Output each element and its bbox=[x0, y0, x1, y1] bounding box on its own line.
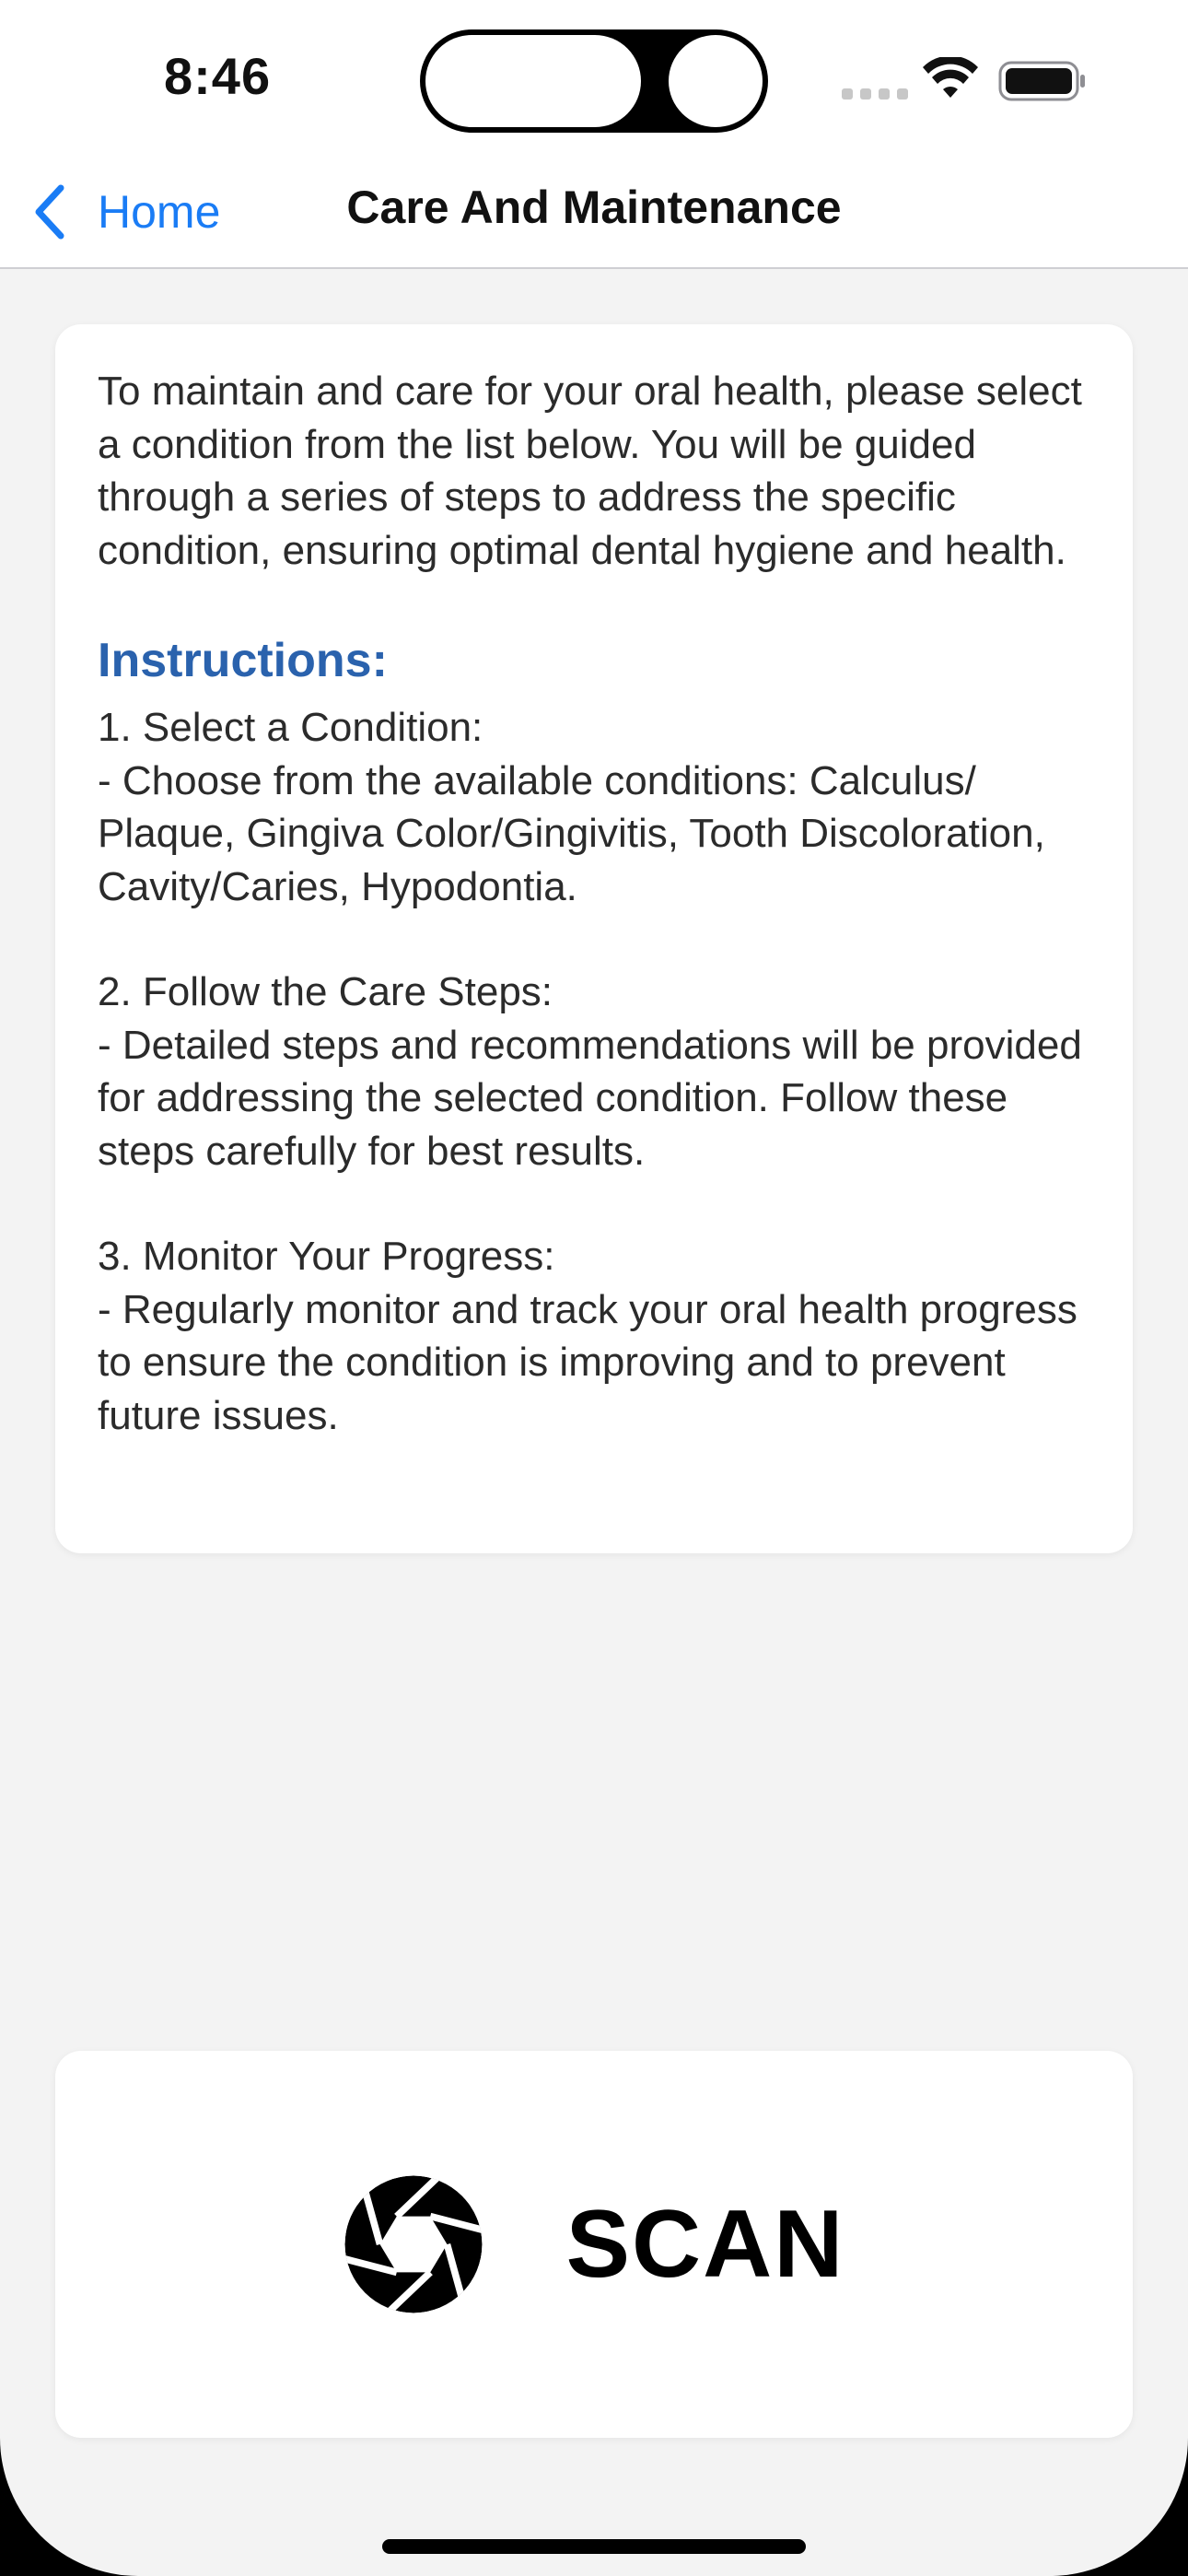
step-title: 2. Follow the Care Steps: bbox=[98, 969, 553, 1014]
instruction-step: 1. Select a Condition: - Choose from the… bbox=[98, 701, 1090, 913]
back-button-label: Home bbox=[98, 186, 221, 238]
instructions-heading: Instructions: bbox=[98, 634, 388, 687]
dynamic-island bbox=[420, 29, 768, 133]
scan-button[interactable]: SCAN bbox=[55, 2051, 1133, 2438]
step-title: 3. Monitor Your Progress: bbox=[98, 1234, 555, 1279]
wifi-icon bbox=[923, 57, 978, 98]
navigation-bar: Care And Maintenance Home bbox=[0, 157, 1188, 269]
step-detail: - Detailed steps and recommendations wil… bbox=[98, 1022, 1082, 1174]
intro-text: To maintain and care for your oral healt… bbox=[98, 369, 1082, 573]
island-circle bbox=[669, 35, 763, 127]
back-button[interactable]: Home bbox=[31, 177, 220, 247]
home-indicator[interactable] bbox=[382, 2539, 806, 2554]
step-title: 1. Select a Condition: bbox=[98, 705, 483, 750]
instruction-step: 2. Follow the Care Steps: - Detailed ste… bbox=[98, 966, 1090, 1177]
info-card: To maintain and care for your oral healt… bbox=[55, 324, 1133, 1553]
step-detail: - Regularly monitor and track your oral … bbox=[98, 1286, 1077, 1438]
scan-button-label: SCAN bbox=[565, 2190, 845, 2298]
battery-icon bbox=[998, 61, 1085, 101]
status-time: 8:46 bbox=[164, 47, 272, 105]
cellular-signal-icon bbox=[842, 88, 908, 100]
island-pill bbox=[425, 35, 641, 127]
camera-aperture-icon bbox=[344, 2175, 483, 2313]
instruction-step: 3. Monitor Your Progress: - Regularly mo… bbox=[98, 1230, 1090, 1442]
screen: 8:46 Care And Maintenance Home To mainta… bbox=[0, 0, 1188, 2576]
status-bar: 8:46 bbox=[0, 0, 1188, 157]
step-detail: - Choose from the available conditions: … bbox=[98, 757, 1045, 909]
chevron-left-icon bbox=[35, 184, 64, 240]
